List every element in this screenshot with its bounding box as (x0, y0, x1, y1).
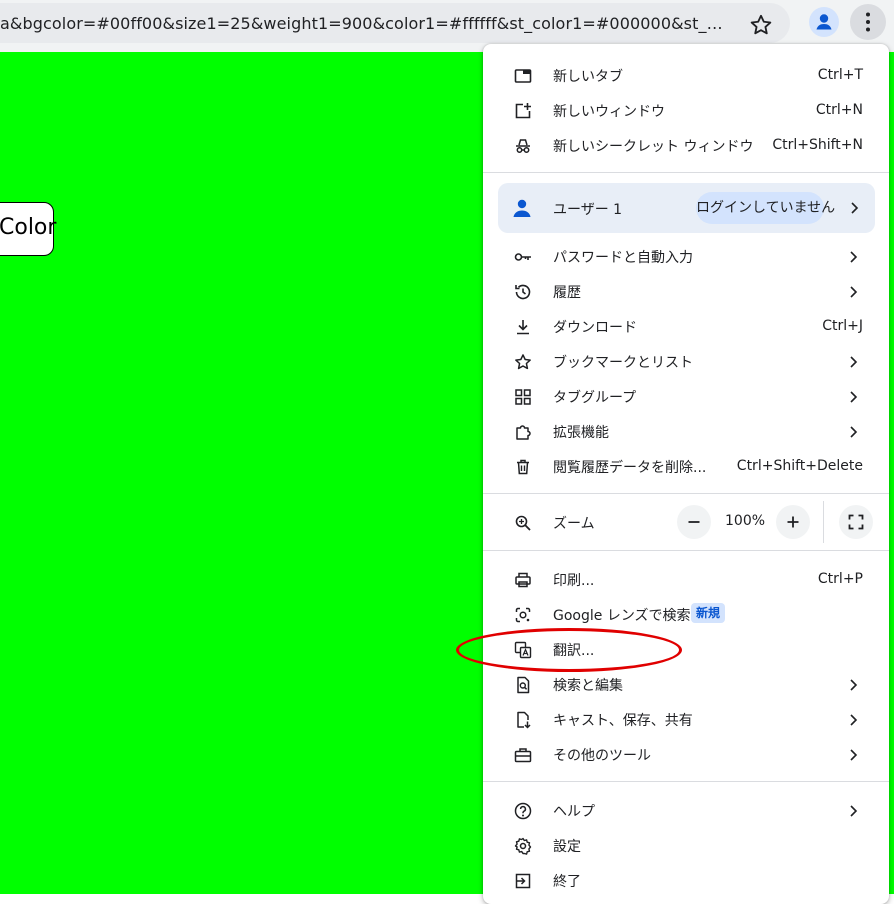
menu-item-help[interactable]: ヘルプ (483, 793, 889, 828)
help-icon (513, 801, 533, 821)
menu-three-dots-icon[interactable] (850, 4, 886, 40)
menu-divider (483, 493, 889, 494)
cast-save-icon (513, 710, 533, 730)
url-text[interactable]: a&bgcolor=#00ff00&size1=25&weight1=900&c… (0, 14, 732, 36)
new-tab-icon (513, 66, 533, 86)
chevron-right-icon (845, 424, 861, 440)
chrome-main-menu: 新しいタブ Ctrl+T 新しいウィンドウ Ctrl+N 新しいシークレット ウ… (483, 44, 889, 904)
incognito-icon (513, 136, 533, 156)
fullscreen-icon[interactable] (839, 505, 873, 539)
menu-divider (483, 550, 889, 551)
exit-icon (513, 871, 533, 891)
zoom-level: 100% (725, 513, 766, 529)
menu-item-downloads[interactable]: ダウンロード Ctrl+J (483, 309, 889, 344)
menu-item-passwords[interactable]: パスワードと自動入力 (483, 239, 889, 274)
chevron-right-icon (845, 747, 861, 763)
chevron-right-icon (845, 389, 861, 405)
trash-icon (513, 457, 533, 477)
profile-person-icon[interactable] (808, 6, 840, 38)
print-icon (513, 570, 533, 590)
bookmark-star-icon[interactable] (748, 12, 774, 38)
color-button[interactable]: Color (0, 202, 56, 256)
history-icon (513, 282, 533, 302)
menu-item-bookmarks[interactable]: ブックマークとリスト (483, 344, 889, 379)
menu-item-new-tab[interactable]: 新しいタブ Ctrl+T (483, 58, 889, 93)
menu-profile-row[interactable]: ユーザー 1 ログインしていません (498, 183, 875, 233)
menu-item-tab-groups[interactable]: タブグループ (483, 379, 889, 414)
menu-item-new-window[interactable]: 新しいウィンドウ Ctrl+N (483, 93, 889, 128)
zoom-icon (513, 513, 533, 533)
menu-item-settings[interactable]: 設定 (483, 828, 889, 863)
extension-icon (513, 422, 533, 442)
menu-item-more-tools[interactable]: その他のツール (483, 737, 889, 772)
menu-item-history[interactable]: 履歴 (483, 274, 889, 309)
chevron-right-icon (845, 249, 861, 265)
menu-item-print[interactable]: 印刷... Ctrl+P (483, 562, 889, 597)
login-status-badge[interactable]: ログインしていません (696, 192, 835, 224)
annotation-ellipse (456, 628, 682, 672)
menu-item-find-edit[interactable]: 検索と編集 (483, 667, 889, 702)
new-badge: 新規 (691, 603, 726, 623)
star-icon (513, 352, 533, 372)
menu-item-exit[interactable]: 終了 (483, 863, 889, 898)
chevron-right-icon (845, 712, 861, 728)
menu-item-clear-browsing-data[interactable]: 閲覧履歴データを削除... Ctrl+Shift+Delete (483, 449, 889, 484)
menu-item-cast-save-share[interactable]: キャスト、保存、共有 (483, 702, 889, 737)
chevron-right-icon (845, 803, 861, 819)
menu-item-extensions[interactable]: 拡張機能 (483, 414, 889, 449)
menu-item-google-lens[interactable]: Google レンズで検索 新規 (483, 597, 889, 632)
menu-divider (483, 781, 889, 782)
person-icon (510, 196, 534, 220)
chevron-right-icon (845, 354, 861, 370)
address-bar[interactable]: a&bgcolor=#00ff00&size1=25&weight1=900&c… (0, 3, 790, 43)
new-window-icon (513, 101, 533, 121)
key-icon (513, 247, 533, 267)
chevron-right-icon (845, 677, 861, 693)
menu-divider (483, 172, 889, 173)
lens-icon (513, 605, 533, 625)
zoom-out-button[interactable] (677, 505, 711, 539)
zoom-divider (823, 501, 824, 543)
find-icon (513, 675, 533, 695)
chevron-right-icon (846, 200, 862, 216)
tab-groups-icon (513, 387, 533, 407)
toolbox-icon (513, 745, 533, 765)
gear-icon (513, 836, 533, 856)
menu-item-new-incognito[interactable]: 新しいシークレット ウィンドウ Ctrl+Shift+N (483, 128, 889, 163)
menu-zoom-row: ズーム 100% (483, 501, 889, 543)
zoom-in-button[interactable] (776, 505, 810, 539)
chevron-right-icon (845, 284, 861, 300)
download-icon (513, 317, 533, 337)
